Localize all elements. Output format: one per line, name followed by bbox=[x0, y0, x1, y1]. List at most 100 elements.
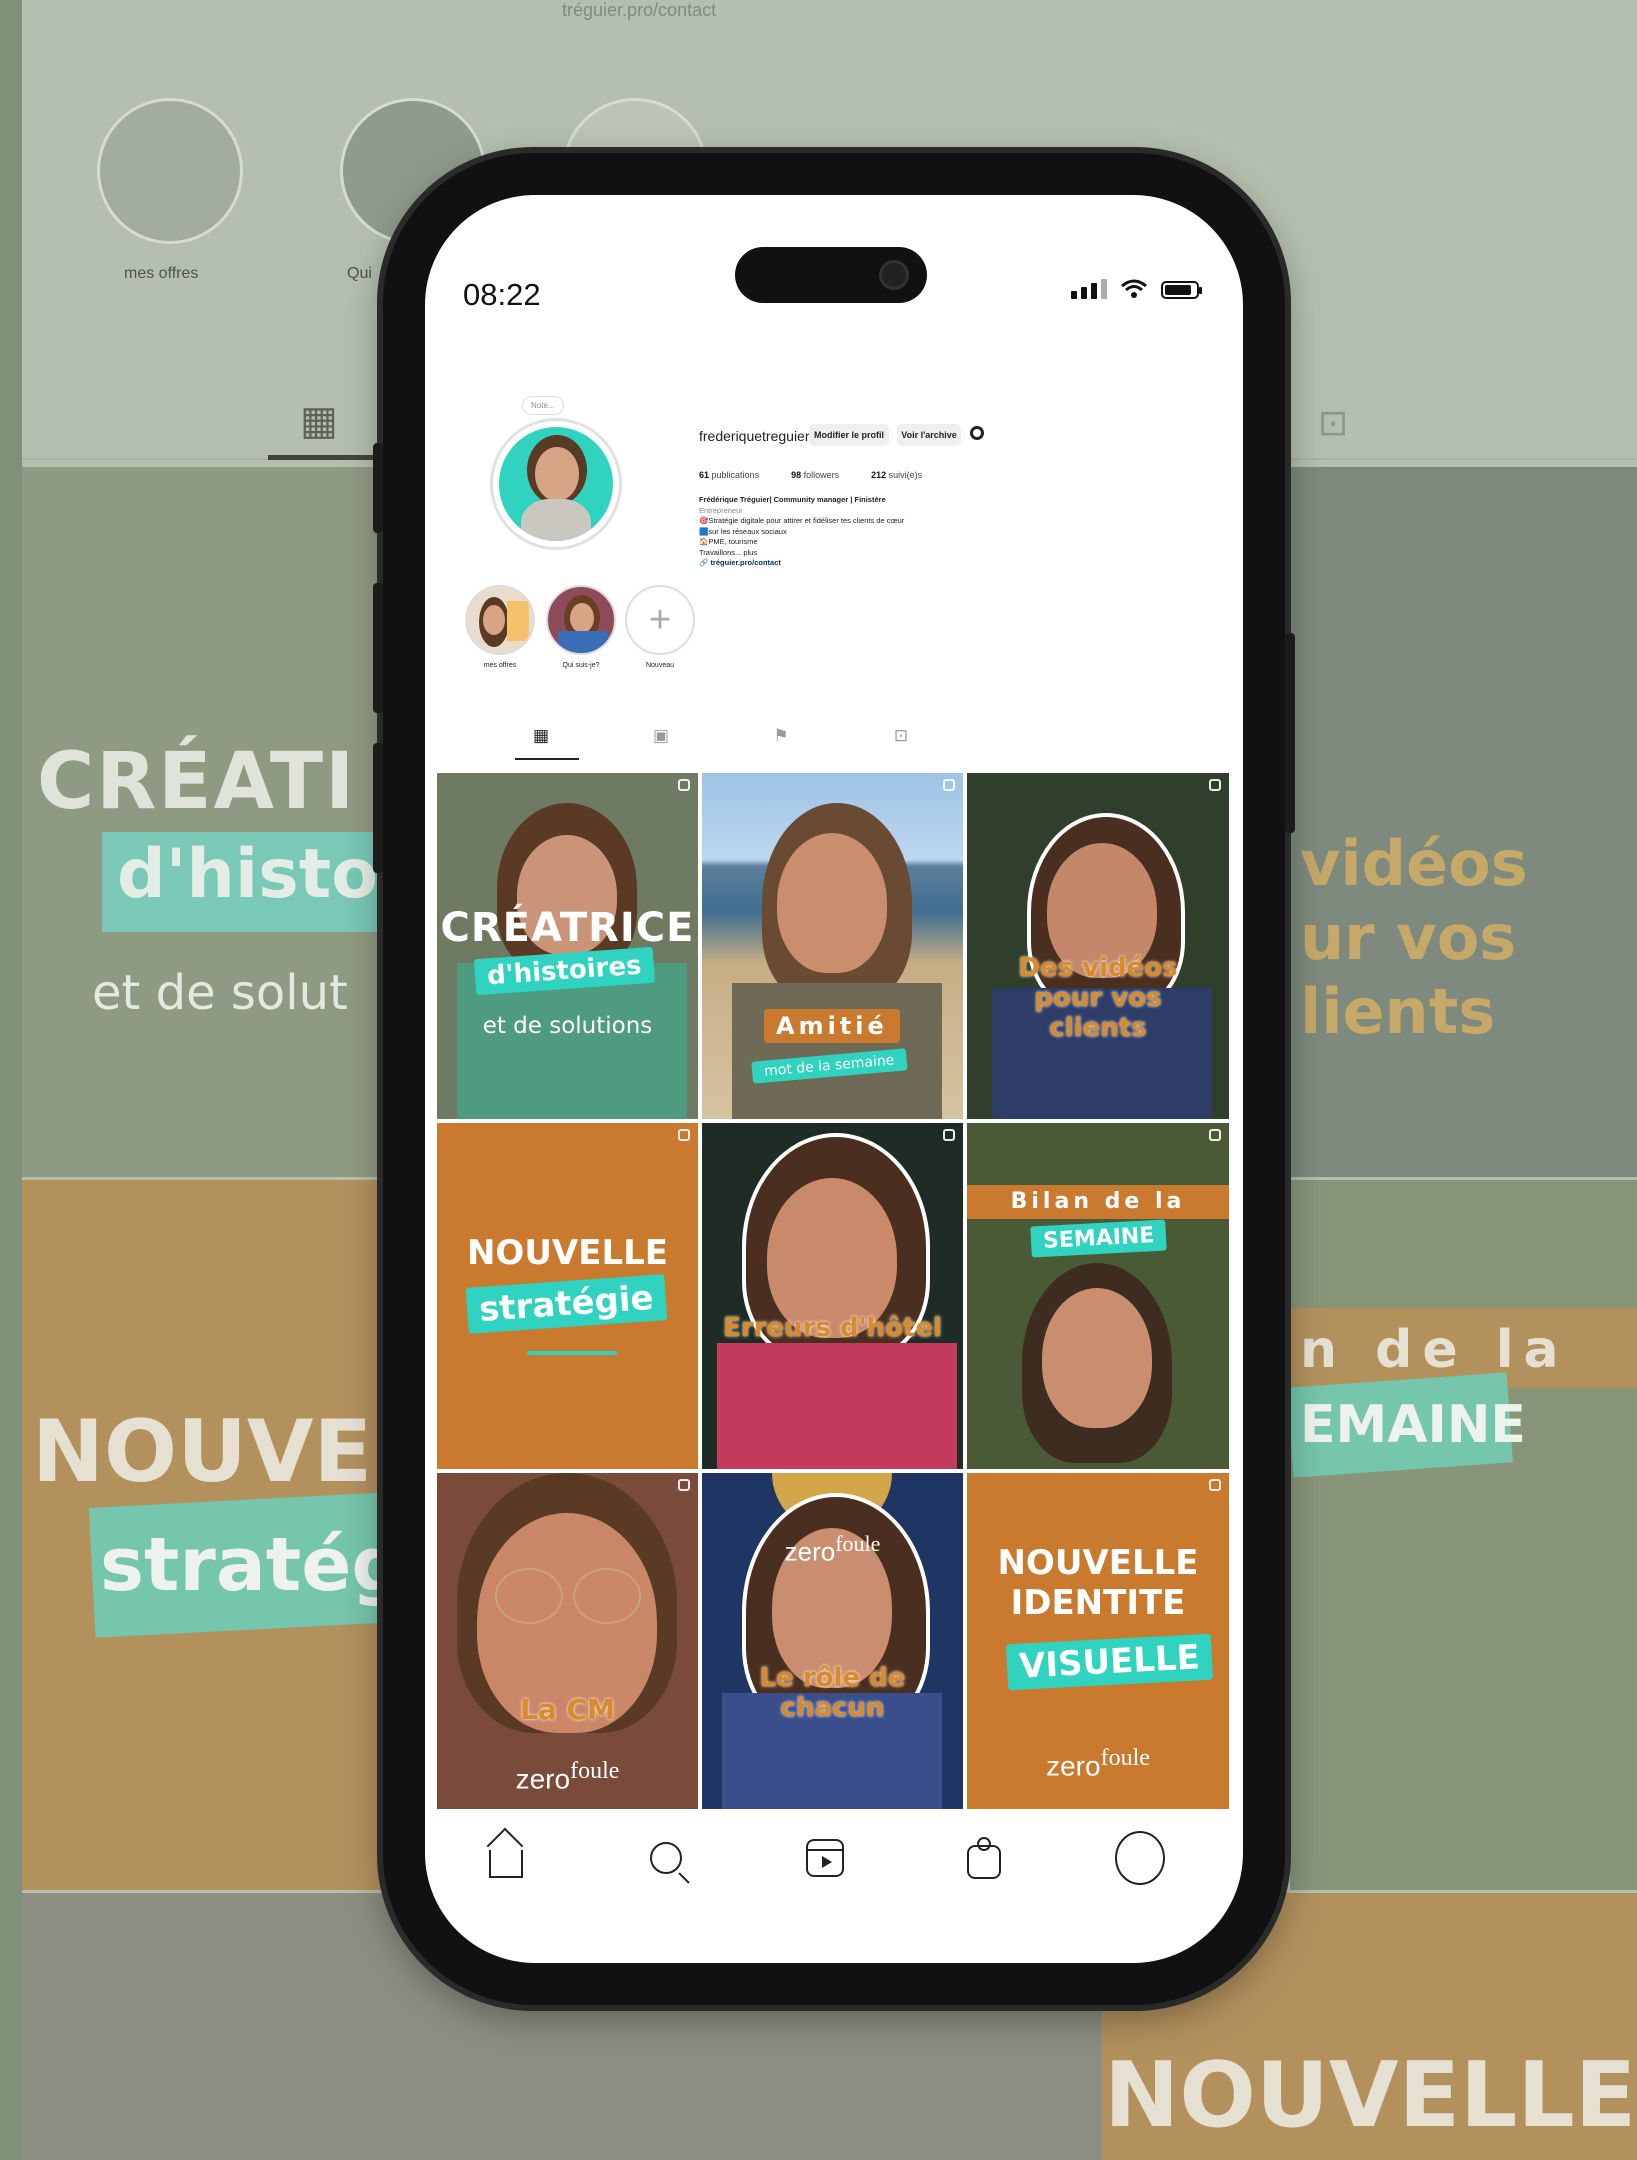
avatar-photo bbox=[499, 427, 613, 541]
background-highlight-label-2: Qui bbox=[347, 265, 372, 282]
post-title: Le rôle de chacun bbox=[759, 1663, 906, 1723]
reel-icon bbox=[678, 1129, 690, 1141]
reel-icon bbox=[1209, 779, 1221, 791]
background-highlight-label: mes offres bbox=[124, 265, 199, 282]
background-tagged-icon: ⊡ bbox=[1318, 402, 1349, 443]
phone-volume-up bbox=[373, 583, 383, 713]
highlight-new[interactable]: + bbox=[625, 585, 695, 655]
post-chip: VISUELLE bbox=[1005, 1633, 1213, 1691]
highlight-label: Nouveau bbox=[645, 662, 675, 669]
profile-icon[interactable] bbox=[1115, 1831, 1165, 1885]
background-text-bilan: n de la bbox=[1300, 1320, 1569, 1380]
post-title: La CM bbox=[520, 1693, 615, 1726]
zerofoule-logo: zerofoule bbox=[784, 1531, 881, 1567]
reels-nav-icon[interactable] bbox=[800, 1833, 850, 1883]
profile-avatar[interactable] bbox=[490, 418, 622, 550]
tab-active-indicator bbox=[515, 758, 579, 760]
phone-action-button bbox=[373, 443, 383, 533]
camera-icon bbox=[879, 260, 909, 290]
background-text-histoires: d'histoi bbox=[117, 835, 382, 914]
highlight-mes-offres[interactable] bbox=[465, 585, 535, 655]
background-tile-right-2: n de la EMAINE bbox=[1290, 1180, 1637, 1890]
signal-icon bbox=[1071, 279, 1107, 299]
post-title: NOUVELLE bbox=[997, 1543, 1199, 1583]
phone-volume-down bbox=[373, 743, 383, 873]
post-photo-shirt bbox=[732, 983, 942, 1119]
view-archive-button[interactable]: Voir l'archive bbox=[897, 424, 961, 446]
battery-icon bbox=[1161, 281, 1202, 299]
post-title-2: IDENTITE bbox=[1010, 1583, 1186, 1623]
post-nouvelle-identite[interactable]: NOUVELLE IDENTITE VISUELLE zerofoule bbox=[967, 1473, 1229, 1809]
reel-icon bbox=[678, 1479, 690, 1491]
phone-frame: 08:22 Note... frederiquetreguier Modifie… bbox=[373, 153, 1295, 2005]
home-icon[interactable] bbox=[481, 1833, 531, 1883]
background-tile-right-1: vidéos ur vos lients bbox=[1290, 467, 1637, 1177]
glasses-left bbox=[495, 1568, 563, 1624]
post-underline bbox=[527, 1351, 617, 1355]
background-handle: tréguier.pro/contact bbox=[562, 0, 717, 20]
stat-publications[interactable]: 61 publications bbox=[699, 470, 759, 480]
stat-followers[interactable]: 98 followers bbox=[791, 470, 839, 480]
profile-stats: 61 publications 98 followers 212 suivi(e… bbox=[699, 470, 922, 480]
post-title: Des vidéos pour vos clients bbox=[1018, 953, 1178, 1043]
reel-icon bbox=[943, 779, 955, 791]
edit-profile-button[interactable]: Modifier le profil bbox=[809, 424, 889, 446]
glasses-right bbox=[573, 1568, 641, 1624]
post-title: Erreurs d'hôtel bbox=[723, 1313, 942, 1343]
post-photo-face bbox=[1042, 1288, 1152, 1428]
post-chip: SEMAINE bbox=[1030, 1219, 1168, 1258]
phone-side-button bbox=[1285, 633, 1295, 833]
shop-icon[interactable] bbox=[959, 1833, 1009, 1883]
post-chip: stratégie bbox=[465, 1274, 667, 1334]
post-bilan-semaine[interactable]: Bilan de la SEMAINE bbox=[967, 1123, 1229, 1469]
stat-following[interactable]: 212 suivi(e)s bbox=[871, 470, 922, 480]
post-amitie[interactable]: Amitié mot de la semaine bbox=[702, 773, 963, 1119]
post-nouvelle-strategie[interactable]: NOUVELLE stratégie bbox=[437, 1123, 698, 1469]
wifi-icon bbox=[1121, 279, 1147, 298]
profile-bio: Frédérique Tréguier| Community manager |… bbox=[699, 495, 1029, 569]
background-highlight-1 bbox=[97, 98, 243, 244]
background-text-creatrice: CRÉATI bbox=[37, 737, 357, 827]
background-tile-left-1: CRÉATI d'histoi et de solut bbox=[22, 467, 382, 1177]
post-la-cm[interactable]: La CM zerofoule bbox=[437, 1473, 698, 1809]
zerofoule-logo: zerofoule bbox=[1046, 1745, 1150, 1782]
post-grid: CRÉATRICE d'histoires et de solutions Am… bbox=[437, 773, 1229, 1813]
post-title: Bilan de la bbox=[1010, 1189, 1186, 1214]
background-tab-active bbox=[268, 455, 374, 460]
background-text-nouvelle: NOUVE bbox=[32, 1402, 373, 1502]
zerofoule-logo: zerofoule bbox=[515, 1758, 620, 1795]
bio-name: Frédérique Tréguier| Community manager |… bbox=[699, 495, 886, 504]
search-icon[interactable] bbox=[641, 1833, 691, 1883]
post-title: CRÉATRICE bbox=[440, 905, 695, 951]
grid-icon[interactable]: ▦ bbox=[530, 725, 552, 747]
post-role-de-chacun[interactable]: zerofoule Le rôle de chacun bbox=[702, 1473, 963, 1809]
bio-line-1: 🎯Stratégie digitale pour attirer et fidé… bbox=[699, 516, 905, 525]
background-text-semaine: EMAINE bbox=[1300, 1395, 1526, 1455]
post-creatrice[interactable]: CRÉATRICE d'histoires et de solutions bbox=[437, 773, 698, 1119]
highlight-label: mes offres bbox=[483, 662, 517, 669]
background-text-nouvelle-2: NOUVELLE bbox=[1104, 2043, 1637, 2148]
highlight-qui-suis-je[interactable] bbox=[546, 585, 616, 655]
bio-link[interactable]: 🔗 tréguier.pro/contact bbox=[699, 558, 1029, 569]
background-text-solutions: et de solut bbox=[92, 965, 348, 1021]
post-subtitle: et de solutions bbox=[482, 1013, 653, 1039]
post-videos[interactable]: Des vidéos pour vos clients bbox=[967, 773, 1229, 1119]
post-erreurs-hotel[interactable]: Erreurs d'hôtel bbox=[702, 1123, 963, 1469]
settings-icon[interactable] bbox=[970, 426, 984, 440]
background-grid-icon: ▦ bbox=[300, 399, 338, 443]
reel-icon bbox=[1209, 1479, 1221, 1491]
status-time: 08:22 bbox=[463, 277, 541, 312]
profile-username: frederiquetreguier bbox=[699, 428, 810, 444]
plus-icon: + bbox=[648, 598, 672, 641]
status-icons bbox=[1071, 279, 1202, 299]
post-title: NOUVELLE bbox=[466, 1233, 669, 1273]
background-text-strategie: stratég bbox=[100, 1522, 382, 1608]
tagged-icon[interactable]: ⊡ bbox=[890, 725, 912, 747]
post-photo-face bbox=[777, 833, 887, 973]
bio-line-4[interactable]: Travaillons... plus bbox=[699, 548, 1029, 559]
reels-icon[interactable]: ▣ bbox=[650, 725, 672, 747]
bottom-navbar bbox=[425, 1829, 1243, 1899]
reel-icon bbox=[1209, 1129, 1221, 1141]
saved-icon[interactable]: ⚑ bbox=[770, 725, 792, 747]
note-bubble[interactable]: Note... bbox=[522, 396, 564, 415]
